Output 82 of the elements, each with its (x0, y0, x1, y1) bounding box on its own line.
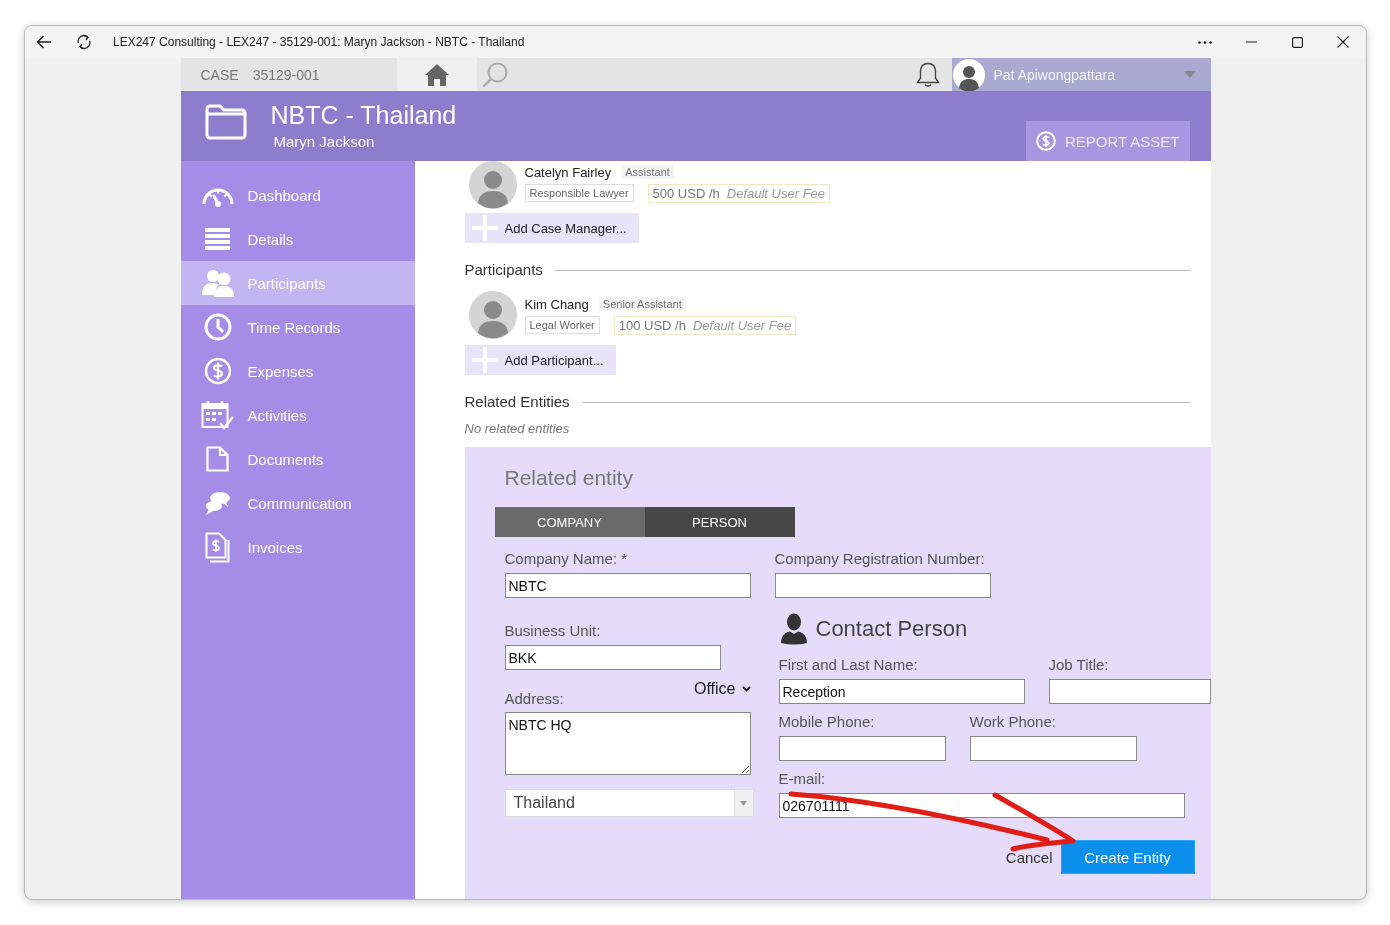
document-icon (206, 446, 229, 472)
maximize-icon (1291, 36, 1303, 48)
back-arrow-icon[interactable] (36, 35, 52, 49)
create-entity-button[interactable]: Create Entity (1060, 840, 1195, 874)
calendar-icon (201, 399, 234, 431)
field-label: Business Unit: (504, 622, 601, 640)
section-heading: Related Entities (464, 393, 570, 411)
add-case-manager-button[interactable]: Add Case Manager... (464, 213, 639, 243)
rate-text: 500 USD /h (652, 184, 720, 202)
cancel-button[interactable]: Cancel (1005, 848, 1053, 866)
sidebar-item[interactable]: Communication (180, 481, 415, 525)
rate-text: 100 USD /h (618, 316, 686, 334)
address-type-dropdown[interactable]: Office (694, 679, 751, 699)
clock-icon (203, 313, 232, 341)
role-tag: Legal Worker (524, 316, 600, 334)
home-icon (423, 62, 450, 87)
field-label: Company Name: * (504, 550, 628, 568)
empty-message: No related entities (464, 421, 571, 437)
dollar-icon (203, 357, 232, 385)
avatar-icon (468, 161, 517, 209)
field-label: Company Registration Number: (774, 550, 985, 568)
person-name: Kim Chang (524, 296, 589, 312)
section-heading: Participants (464, 261, 543, 279)
email-field[interactable]: 026701111 (778, 793, 1185, 818)
sidebar-item[interactable]: Activities (180, 393, 415, 437)
rate-note: Default User Fee (726, 184, 826, 202)
home-button[interactable] (396, 58, 477, 91)
folder-icon (204, 104, 247, 140)
field-label: Work Phone: (969, 713, 1057, 731)
entity-type-tab[interactable]: COMPANY (494, 507, 645, 537)
sidebar-item[interactable]: Documents (180, 437, 415, 481)
field-label: E-mail: (778, 770, 827, 788)
people-icon (200, 269, 235, 297)
minimize-icon (1245, 41, 1257, 43)
case-number: 35129-001 (252, 66, 320, 83)
plus-icon (471, 215, 498, 241)
rate-note: Default User Fee (692, 316, 792, 334)
sidebar-item[interactable]: Invoices (180, 525, 415, 569)
field-label: Mobile Phone: (778, 713, 876, 731)
plus-icon (471, 347, 498, 373)
bell-icon[interactable] (915, 61, 940, 88)
mobile-phone-field[interactable] (778, 736, 946, 761)
invoice-icon (204, 531, 231, 563)
sidebar-item[interactable]: Dashboard (180, 173, 415, 217)
title-tag: Senior Assistant (598, 297, 686, 311)
sidebar-item[interactable]: Expenses (180, 349, 415, 393)
field-label: First and Last Name: (778, 656, 919, 674)
chevron-icon (741, 686, 751, 692)
client-name: Maryn Jackson (273, 133, 376, 151)
caret-icon (1183, 71, 1196, 78)
address-field[interactable]: NBTC HQ (504, 712, 751, 775)
sidebar-item[interactable]: Time Records (180, 305, 415, 349)
caret-icon (740, 800, 747, 806)
role-tag: Responsible Lawyer (524, 184, 634, 202)
more-icon (1198, 40, 1212, 44)
entity-type-tab[interactable]: PERSON (644, 507, 795, 537)
field-label: Address: (504, 690, 564, 708)
add-participant-button[interactable]: Add Participant... (464, 345, 616, 375)
close-icon (1337, 36, 1349, 48)
sidebar-item[interactable]: Details (180, 217, 415, 261)
dollar-icon (1036, 131, 1056, 151)
person-icon (780, 613, 807, 645)
refresh-icon[interactable] (76, 34, 92, 50)
business-unit-field[interactable]: BKK (504, 645, 721, 670)
speech-bubbles-icon (204, 491, 231, 515)
avatar-icon (468, 291, 517, 339)
country-select[interactable]: Thailand (504, 789, 754, 817)
title-tag: Assistant (621, 165, 674, 179)
person-name: Catelyn Fairley (524, 164, 612, 180)
case-label: CASE (200, 66, 239, 83)
list-icon (205, 228, 230, 250)
field-label: Job Title: (1048, 656, 1110, 674)
window-title: LEX247 Consulting - LEX247 - 35129-001: Maryn Jackson - NBTC - Thailand (113, 35, 525, 49)
contact-person-heading: Contact Person (815, 616, 968, 642)
full-name-field[interactable]: Reception (778, 679, 1025, 704)
search-icon (482, 61, 508, 88)
registration-number-field[interactable] (774, 573, 991, 598)
job-title-field[interactable] (1048, 679, 1211, 704)
case-title: NBTC - Thailand (270, 101, 457, 129)
work-phone-field[interactable] (969, 736, 1137, 761)
company-name-field[interactable]: NBTC (504, 573, 751, 598)
form-title: Related entity (504, 466, 634, 490)
